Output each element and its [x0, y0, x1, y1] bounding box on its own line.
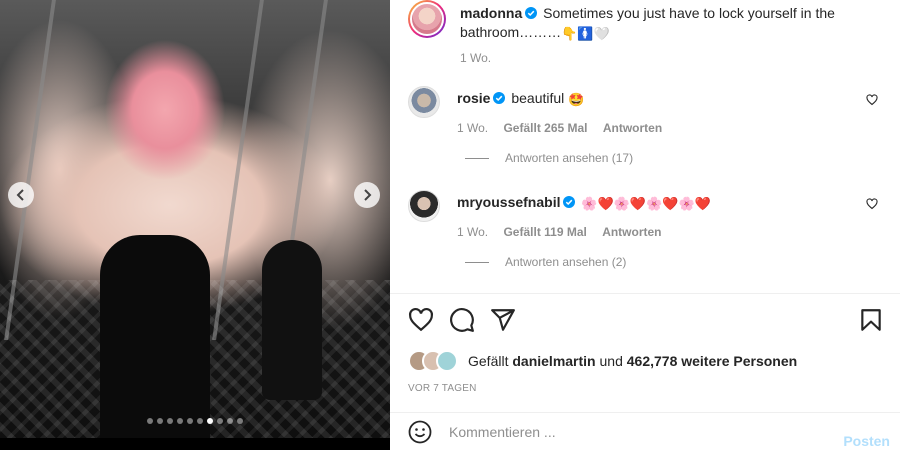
like-button[interactable] — [408, 307, 434, 333]
likes-others[interactable]: 462,778 weitere Personen — [627, 353, 797, 369]
verified-badge-icon — [493, 92, 506, 104]
avatar[interactable] — [408, 190, 440, 222]
reply-button[interactable]: Antworten — [602, 225, 661, 239]
caption-emojis: 👇🚺🤍 — [561, 26, 610, 41]
view-replies-button[interactable]: Antworten ansehen (2) — [465, 255, 626, 269]
replies-line — [465, 261, 489, 263]
reply-button[interactable]: Antworten — [603, 121, 662, 135]
post-caption-block: madonna Sometimes you just have to lock … — [408, 0, 888, 68]
verified-badge-icon — [525, 7, 538, 19]
posted-ago[interactable]: VOR 7 TAGEN — [408, 383, 477, 394]
carousel-dots — [0, 418, 390, 424]
comment-button[interactable] — [449, 307, 475, 333]
carousel-dot — [217, 418, 223, 424]
avatar — [436, 350, 458, 372]
comment-composer: Posten — [390, 413, 900, 450]
smile-icon[interactable] — [408, 420, 432, 444]
caption-time[interactable]: 1 Wo. — [460, 49, 880, 68]
carousel-dot — [157, 418, 163, 424]
carousel-prev-button[interactable] — [8, 182, 34, 208]
comment-likes[interactable]: Gefällt 119 Mal — [503, 225, 586, 239]
avatar[interactable] — [408, 86, 440, 118]
heart-icon — [409, 307, 433, 332]
media-bottom-bar — [0, 438, 390, 450]
bookmark-icon — [861, 309, 881, 331]
comment-likes[interactable]: Gefällt 265 Mal — [503, 121, 587, 135]
likes-prefix: Gefällt — [468, 353, 509, 369]
caption-username[interactable]: madonna — [460, 5, 522, 21]
carousel-dot — [237, 418, 243, 424]
carousel-dot — [197, 418, 203, 424]
view-replies-label: Antworten ansehen (17) — [505, 151, 634, 165]
likes-summary: Gefällt danielmartin und 462,778 weitere… — [408, 350, 797, 372]
carousel-dot — [227, 418, 233, 424]
comment-username[interactable]: rosie — [457, 90, 490, 106]
comment-input[interactable] — [449, 423, 829, 440]
comment-emojis: 🌸❤️🌸❤️🌸❤️🌸❤️ — [581, 196, 711, 211]
share-icon — [491, 309, 515, 331]
carousel-dot — [177, 418, 183, 424]
share-button[interactable] — [490, 307, 516, 333]
carousel-dot — [207, 418, 213, 424]
heart-icon[interactable] — [866, 94, 878, 106]
carousel-dot — [167, 418, 173, 424]
comment-emoji: 🤩 — [568, 92, 585, 107]
comment: mryoussefnabil 🌸❤️🌸❤️🌸❤️🌸❤️ 1 Wo. Gefäll… — [408, 190, 888, 239]
view-replies-button[interactable]: Antworten ansehen (17) — [465, 151, 633, 165]
likes-connector: und — [599, 353, 623, 369]
comment-time[interactable]: 1 Wo. — [457, 121, 488, 135]
comment-icon — [450, 308, 474, 332]
comment-time[interactable]: 1 Wo. — [457, 225, 488, 239]
avatar[interactable] — [408, 0, 446, 38]
comment: rosie beautiful 🤩 1 Wo. Gefällt 265 Mal … — [408, 86, 888, 135]
likes-user[interactable]: danielmartin — [512, 353, 595, 369]
post-media[interactable] — [0, 0, 390, 450]
chevron-left-icon — [16, 189, 24, 201]
view-replies-label: Antworten ansehen (2) — [505, 255, 627, 269]
carousel-dot — [147, 418, 153, 424]
reflection-dress — [262, 240, 322, 400]
divider — [390, 293, 900, 294]
post-comment-button[interactable]: Posten — [843, 433, 890, 449]
carousel-dot — [187, 418, 193, 424]
action-bar — [408, 307, 888, 333]
chevron-right-icon — [364, 189, 372, 201]
comment-username[interactable]: mryoussefnabil — [457, 194, 560, 210]
heart-icon[interactable] — [866, 198, 878, 210]
verified-badge-icon — [563, 196, 576, 208]
post-panel: madonna Sometimes you just have to lock … — [390, 0, 900, 450]
liker-avatars[interactable] — [408, 350, 462, 372]
caption: madonna Sometimes you just have to lock … — [460, 2, 880, 68]
carousel-next-button[interactable] — [354, 182, 380, 208]
save-button[interactable] — [858, 307, 884, 333]
replies-line — [465, 157, 489, 159]
comment-text: beautiful — [511, 90, 565, 106]
